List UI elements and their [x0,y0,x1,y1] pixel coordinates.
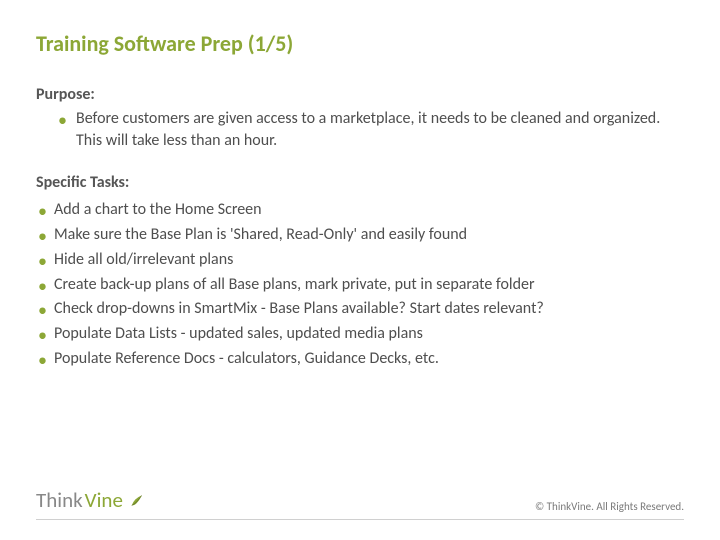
slide-title: Training Software Prep (1/5) [36,30,684,57]
logo: ThinkVine [36,487,147,513]
task-item: Hide all old/irrelevant plans [36,248,684,273]
task-item: Make sure the Base Plan is 'Shared, Read… [36,223,684,248]
footer: ThinkVine © ThinkVine. All Rights Reserv… [36,487,684,520]
task-item: Populate Data Lists - updated sales, upd… [36,322,684,347]
task-item: Check drop-downs in SmartMix - Base Plan… [36,297,684,322]
purpose-text: Before customers are given access to a m… [36,108,684,151]
task-list: Add a chart to the Home Screen Make sure… [36,198,684,372]
tasks-label: Specific Tasks: [36,173,684,192]
task-item: Create back-up plans of all Base plans, … [36,273,684,298]
copyright-text: © ThinkVine. All Rights Reserved. [535,500,684,513]
slide-container: Training Software Prep (1/5) Purpose: Be… [0,0,720,540]
task-item: Add a chart to the Home Screen [36,198,684,223]
logo-text-vine: Vine [85,487,123,513]
task-item: Populate Reference Docs - calculators, G… [36,347,684,372]
purpose-label: Purpose: [36,85,684,104]
logo-text-think: Think [36,487,83,513]
leaf-icon [129,491,147,509]
